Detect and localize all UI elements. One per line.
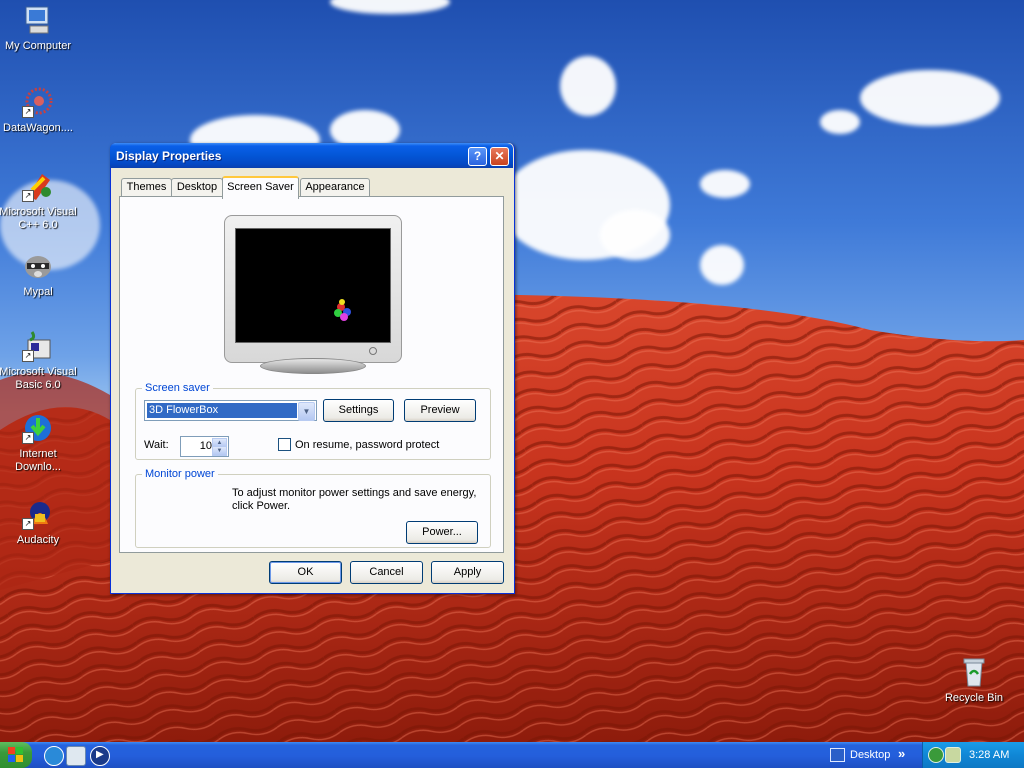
- internet-explorer-icon[interactable]: [44, 746, 64, 766]
- monitor-frame: [224, 215, 402, 363]
- tab-desktop[interactable]: Desktop: [171, 178, 223, 197]
- apply-button[interactable]: Apply: [431, 561, 504, 584]
- desktop-icon-my-computer[interactable]: My Computer: [0, 4, 80, 53]
- mypal-icon: [22, 250, 54, 282]
- settings-button[interactable]: Settings: [323, 399, 394, 422]
- datawagon-icon: ↗: [22, 86, 54, 118]
- shortcut-arrow-icon: ↗: [22, 350, 34, 362]
- taskbar: ▶ Desktop » 3:28 AM: [0, 742, 1024, 768]
- start-button[interactable]: [0, 742, 32, 768]
- desktop-icon-label: Recycle Bin: [944, 692, 1004, 704]
- windows-logo-icon: [8, 747, 23, 762]
- close-button[interactable]: ✕: [490, 147, 509, 166]
- screen-saver-select[interactable]: 3D FlowerBox ▼: [144, 400, 317, 421]
- internet-download-icon: ↗: [22, 412, 54, 444]
- monitor-stand: [260, 358, 366, 374]
- flowerbox-shape: [340, 313, 348, 321]
- desktop-icon-datawagon[interactable]: ↗ DataWagon....: [0, 86, 80, 135]
- visual-basic-icon: ↗: [22, 330, 54, 362]
- safely-remove-icon[interactable]: [945, 747, 961, 763]
- display-properties-window: Display Properties ? ✕ Themes Desktop Sc…: [110, 143, 515, 594]
- power-button[interactable]: Power...: [406, 521, 478, 544]
- shortcut-arrow-icon: ↗: [22, 190, 34, 202]
- tab-screen-saver[interactable]: Screen Saver: [222, 176, 299, 199]
- tab-themes[interactable]: Themes: [121, 178, 172, 197]
- monitor-power-group-label: Monitor power: [142, 468, 218, 480]
- desktop-icon-label: Audacity: [16, 534, 60, 546]
- help-button[interactable]: ?: [468, 147, 487, 166]
- wait-label: Wait:: [144, 439, 169, 451]
- wait-minutes-stepper[interactable]: 10 ▲ ▼: [180, 436, 229, 457]
- desktop-icon-audacity[interactable]: ↗ Audacity: [0, 498, 80, 547]
- shortcut-arrow-icon: ↗: [22, 518, 34, 530]
- desktop-icon-visual-cpp[interactable]: ↗ Microsoft Visual C++ 6.0: [0, 170, 80, 232]
- ok-button[interactable]: OK: [269, 561, 342, 584]
- desktop-icon-mypal[interactable]: Mypal: [0, 250, 80, 299]
- desktop-toolbar-icon[interactable]: [830, 748, 845, 762]
- chevron-down-icon[interactable]: ▼: [298, 402, 315, 421]
- desktop-icon-label: DataWagon....: [3, 122, 73, 134]
- monitor-preview: [224, 215, 402, 375]
- desktop-icon-label: Internet Downlo...: [15, 448, 61, 473]
- visual-cpp-icon: ↗: [22, 170, 54, 202]
- desktop-icon-label: Mypal: [23, 286, 53, 298]
- my-computer-icon: [22, 4, 54, 36]
- shortcut-arrow-icon: ↗: [22, 106, 34, 118]
- desktop-icon-label: Microsoft Visual C++ 6.0: [0, 206, 77, 231]
- desktop-icon-visual-basic[interactable]: ↗ Microsoft Visual Basic 6.0: [0, 330, 80, 392]
- toolbar-chevron[interactable]: »: [898, 746, 905, 761]
- network-icon[interactable]: [928, 747, 944, 763]
- screen-saver-selected: 3D FlowerBox: [147, 403, 297, 418]
- desktop-icon-internet-download[interactable]: ↗ Internet Downlo...: [0, 412, 80, 474]
- desktop-icon-label: My Computer: [4, 40, 72, 52]
- clock[interactable]: 3:28 AM: [969, 749, 1009, 761]
- spin-down-icon[interactable]: ▼: [212, 446, 227, 456]
- title-bar[interactable]: Display Properties ? ✕: [110, 143, 513, 168]
- desktop-icon-label: Microsoft Visual Basic 6.0: [0, 366, 77, 391]
- screen-saver-panel: Screen saver 3D FlowerBox ▼ Settings Pre…: [119, 196, 504, 553]
- flowerbox-shape: [339, 299, 345, 305]
- monitor-power-description: To adjust monitor power settings and sav…: [232, 487, 477, 512]
- password-protect-label: On resume, password protect: [295, 439, 440, 451]
- window-title: Display Properties: [116, 149, 222, 163]
- tab-appearance[interactable]: Appearance: [300, 178, 370, 197]
- shortcut-arrow-icon: ↗: [22, 432, 34, 444]
- desktop-icon-recycle-bin[interactable]: Recycle Bin: [932, 656, 1016, 705]
- show-desktop-icon[interactable]: [66, 746, 86, 766]
- media-player-icon[interactable]: ▶: [90, 746, 110, 766]
- system-tray: 3:28 AM: [922, 742, 1024, 768]
- wait-value: 10: [199, 440, 212, 452]
- cancel-button[interactable]: Cancel: [350, 561, 423, 584]
- preview-screen: [235, 228, 391, 343]
- audacity-icon: ↗: [22, 498, 54, 530]
- preview-button[interactable]: Preview: [404, 399, 476, 422]
- password-protect-checkbox[interactable]: [278, 438, 291, 451]
- desktop-toolbar-label[interactable]: Desktop: [850, 749, 890, 761]
- recycle-bin-icon: [958, 656, 990, 688]
- monitor-power-led: [369, 347, 377, 355]
- screen-saver-group-label: Screen saver: [142, 382, 213, 394]
